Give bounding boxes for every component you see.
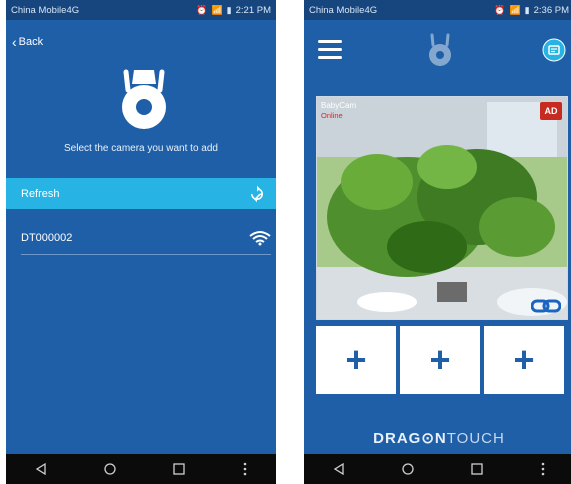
signal-icon: 📶: [509, 4, 521, 15]
status-icons: ⏰ 📶 ▮ 2:36 PM: [494, 5, 569, 16]
status-bar: China Mobile4G ⏰ 📶 ▮ 2:21 PM: [6, 0, 276, 20]
wifi-status-icon: 📶: [211, 4, 223, 15]
refresh-icon[interactable]: [248, 185, 266, 203]
carrier-label: China Mobile4G: [11, 4, 80, 16]
time-label: 2:21 PM: [235, 4, 271, 16]
camera-name: BabyCam: [321, 101, 357, 110]
wifi-icon: [249, 231, 271, 246]
status-bar: China Mobile4G ⏰ 📶 ▮ 2:36 PM: [304, 0, 571, 20]
add-camera-slot-1[interactable]: +: [316, 326, 396, 394]
device-name: DT000002: [21, 232, 73, 244]
alarm-icon: ⏰: [196, 4, 208, 15]
home-nav-icon[interactable]: [401, 463, 414, 475]
device-list-item[interactable]: DT000002: [21, 222, 271, 255]
back-label: Back: [18, 36, 44, 48]
more-nav-icon[interactable]: [242, 462, 248, 476]
brand-logo: DRAG⊙NTOUCH: [304, 429, 571, 447]
status-icons: ⏰ 📶 ▮ 2:21 PM: [196, 5, 271, 16]
battery-icon: ▮: [524, 4, 530, 15]
add-camera-slot-3[interactable]: +: [484, 326, 564, 394]
camera-logo-icon: [122, 69, 166, 129]
back-nav-icon[interactable]: [35, 463, 47, 475]
message-icon[interactable]: [542, 38, 566, 62]
brand-part-1: DRAG: [373, 430, 422, 447]
more-nav-icon[interactable]: [540, 462, 546, 476]
android-nav-bar: [6, 454, 276, 484]
battery-icon: ▮: [226, 4, 232, 15]
home-nav-icon[interactable]: [103, 463, 116, 475]
alarm-icon: ⏰: [494, 4, 506, 15]
camera-status: Online: [321, 111, 343, 120]
camera-live-view[interactable]: BabyCam Online AD: [316, 96, 568, 320]
back-button[interactable]: ‹ Back: [12, 34, 43, 50]
ad-badge[interactable]: AD: [540, 102, 562, 120]
brand-o-icon: ⊙: [421, 430, 435, 447]
android-nav-bar: [304, 454, 571, 484]
recents-nav-icon[interactable]: [172, 463, 185, 475]
add-camera-screen: China Mobile4G ⏰ 📶 ▮ 2:21 PM ‹ Back Sele…: [6, 0, 276, 484]
back-nav-icon[interactable]: [333, 463, 345, 475]
refresh-bar[interactable]: Refresh: [6, 178, 276, 209]
link-icon[interactable]: [531, 299, 561, 313]
carrier-label: China Mobile4G: [309, 4, 378, 16]
camera-feed-image: [317, 97, 567, 319]
plus-icon: +: [345, 339, 367, 380]
hamburger-menu-icon[interactable]: [318, 40, 342, 60]
plus-icon: +: [429, 339, 451, 380]
brand-part-3: TOUCH: [446, 430, 505, 447]
camera-home-screen: China Mobile4G ⏰ 📶 ▮ 2:36 PM BabyCam Onl…: [304, 0, 571, 484]
recents-nav-icon[interactable]: [470, 463, 483, 475]
camera-logo-icon: [429, 33, 451, 66]
time-label: 2:36 PM: [533, 4, 569, 16]
chevron-left-icon: ‹: [12, 34, 17, 50]
add-camera-slot-2[interactable]: +: [400, 326, 480, 394]
refresh-label: Refresh: [21, 187, 60, 200]
plus-icon: +: [513, 339, 535, 380]
brand-part-2: N: [434, 430, 447, 447]
instruction-text: Select the camera you want to add: [64, 143, 218, 154]
